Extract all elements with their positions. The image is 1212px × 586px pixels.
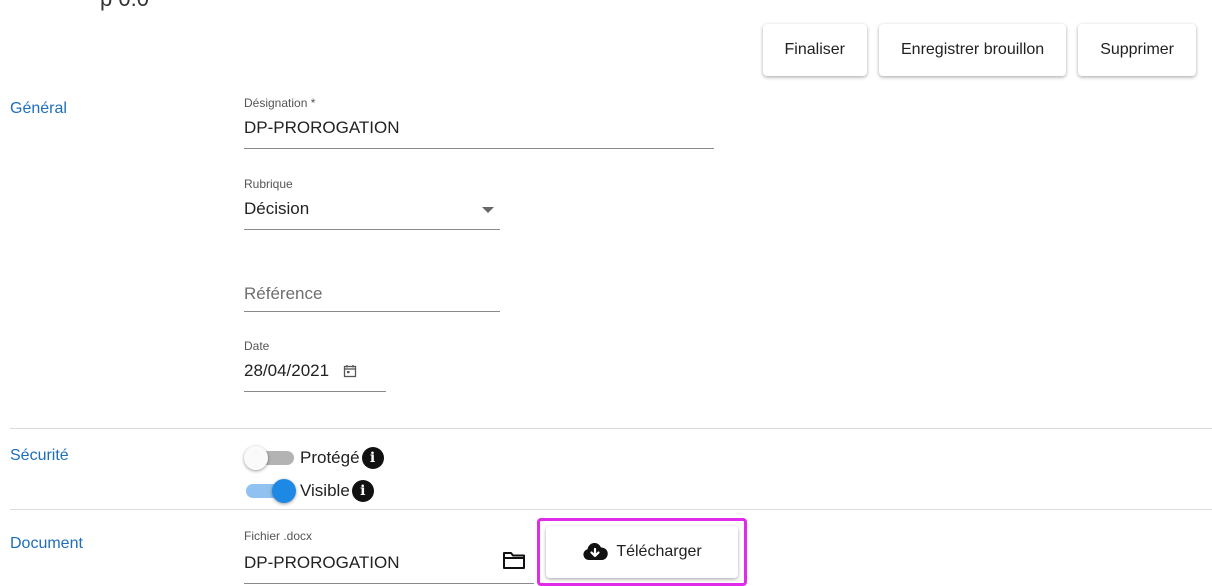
clipped-header-text: p 0.0 [100, 0, 149, 12]
file-field[interactable]: Fichier .docx DP-PROROGATION [244, 529, 534, 584]
info-icon[interactable]: i [351, 480, 374, 502]
section-divider [10, 509, 1212, 510]
section-title-document: Document [10, 535, 83, 552]
rubrique-value: Décision [244, 199, 310, 218]
file-label: Fichier .docx [244, 529, 313, 543]
reference-input[interactable]: Référence [244, 280, 500, 312]
action-toolbar: Finaliser Enregistrer brouillon Supprime… [762, 24, 1196, 76]
designation-value[interactable]: DP-PROROGATION [244, 118, 714, 149]
protected-toggle-thumb [244, 446, 268, 470]
info-icon[interactable]: i [361, 447, 384, 469]
finalize-button[interactable]: Finaliser [762, 24, 867, 76]
designation-label: Désignation * [244, 96, 316, 110]
delete-button[interactable]: Supprimer [1078, 24, 1196, 76]
section-title-security: Sécurité [10, 447, 69, 464]
reference-placeholder[interactable]: Référence [244, 280, 500, 312]
rubrique-select[interactable]: Rubrique Décision [244, 177, 500, 230]
file-value[interactable]: DP-PROROGATION [244, 553, 534, 584]
visible-toggle[interactable] [244, 479, 296, 503]
rubrique-select-value-row[interactable]: Décision [244, 199, 500, 230]
protected-toggle[interactable] [244, 446, 296, 470]
cloud-download-icon [582, 543, 609, 561]
visible-label: Visible [300, 481, 350, 500]
calendar-icon[interactable] [343, 364, 357, 378]
document-form-page: p 0.0 Finaliser Enregistrer brouillon Su… [0, 0, 1212, 586]
date-field[interactable]: Date 28/04/2021 [244, 339, 386, 392]
visible-toggle-row: Visible i [244, 479, 374, 503]
save-draft-button[interactable]: Enregistrer brouillon [879, 24, 1067, 76]
designation-field[interactable]: Désignation * DP-PROROGATION [244, 96, 714, 149]
upload-button-label: Télécharger [616, 543, 702, 560]
date-input-row[interactable]: 28/04/2021 [244, 361, 386, 392]
protected-toggle-row: Protégé i [244, 446, 384, 470]
date-label: Date [244, 339, 270, 353]
rubrique-label: Rubrique [244, 177, 293, 191]
protected-label: Protégé [300, 448, 360, 467]
folder-icon[interactable] [502, 550, 526, 575]
section-title-general: Général [10, 100, 67, 117]
date-value[interactable]: 28/04/2021 [244, 361, 329, 381]
section-divider [10, 428, 1212, 429]
chevron-down-icon[interactable] [482, 207, 494, 213]
upload-button[interactable]: Télécharger [546, 526, 738, 578]
visible-toggle-thumb [272, 479, 296, 503]
